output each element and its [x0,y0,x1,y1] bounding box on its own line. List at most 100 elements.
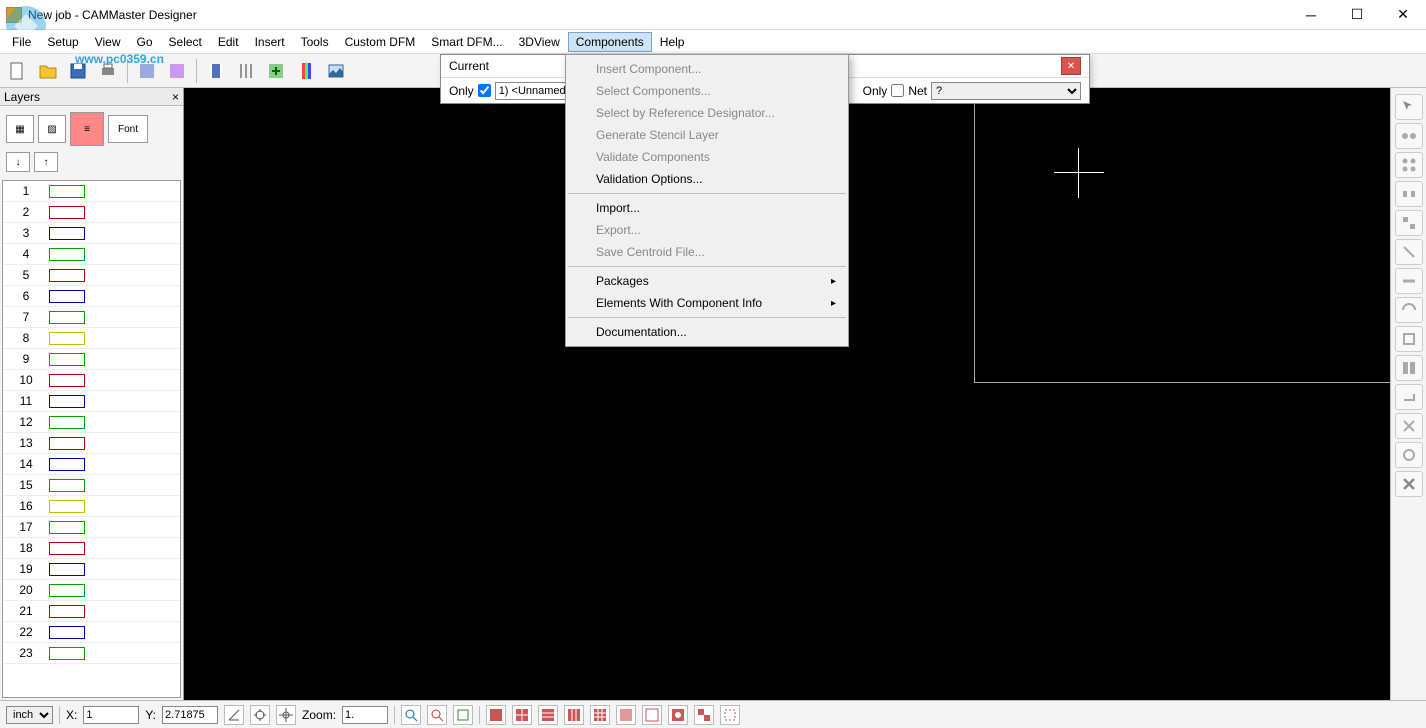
layers-list[interactable]: 1234567891011121314151617181920212223 [2,180,181,698]
rt-tool6-icon[interactable] [1395,239,1423,265]
dd-validation-options-[interactable]: Validation Options... [566,168,848,190]
layer-swatch[interactable] [49,290,85,303]
layer-swatch[interactable] [49,269,85,282]
rt-tool4-icon[interactable] [1395,181,1423,207]
layer-row[interactable]: 22 [3,622,180,643]
layers-close-icon[interactable]: × [172,90,179,104]
layer-swatch[interactable] [49,521,85,534]
layer-swatch[interactable] [49,605,85,618]
layer-swatch[interactable] [49,542,85,555]
sb-zoomout-icon[interactable] [427,705,447,725]
layer-swatch[interactable] [49,185,85,198]
rt-tool7-icon[interactable] [1395,268,1423,294]
layer-row[interactable]: 5 [3,265,180,286]
layer-row[interactable]: 16 [3,496,180,517]
layer-row[interactable]: 1 [3,181,180,202]
dd-import-[interactable]: Import... [566,197,848,219]
add-icon[interactable] [262,57,290,85]
menu--dview[interactable]: 3DView [511,32,568,52]
menu-setup[interactable]: Setup [39,32,86,52]
net-select[interactable]: ? [931,82,1081,100]
open-icon[interactable] [34,57,62,85]
layer-down-icon[interactable]: ↓ [6,152,30,172]
rt-tool11-icon[interactable] [1395,384,1423,410]
layer-row[interactable]: 7 [3,307,180,328]
menu-help[interactable]: Help [652,32,693,52]
rt-tool12-icon[interactable] [1395,413,1423,439]
new-icon[interactable] [4,57,32,85]
layer-row[interactable]: 11 [3,391,180,412]
layer-row[interactable]: 6 [3,286,180,307]
layer-tool1-icon[interactable]: ▦ [6,115,34,143]
menu-select[interactable]: Select [161,32,210,52]
maximize-button[interactable]: ☐ [1334,1,1380,29]
layer-swatch[interactable] [49,374,85,387]
only2-checkbox[interactable] [891,84,904,97]
sb-grid9-icon[interactable] [694,705,714,725]
sb-grid5-icon[interactable] [590,705,610,725]
layer-row[interactable]: 21 [3,601,180,622]
dd-documentation-[interactable]: Documentation... [566,321,848,343]
menu-smart-dfm-[interactable]: Smart DFM... [423,32,510,52]
colorbar-icon[interactable] [292,57,320,85]
layer-row[interactable]: 12 [3,412,180,433]
rt-tool13-icon[interactable] [1395,442,1423,468]
layer-row[interactable]: 9 [3,349,180,370]
rt-tool8-icon[interactable] [1395,297,1423,323]
layer-tool3-icon[interactable]: ≡ [70,112,104,146]
layer-swatch[interactable] [49,647,85,660]
layer-row[interactable]: 14 [3,454,180,475]
font-button[interactable]: Font [108,115,148,143]
layer-swatch[interactable] [49,353,85,366]
layer-swatch[interactable] [49,248,85,261]
measure-icon[interactable] [232,57,260,85]
menu-insert[interactable]: Insert [247,32,293,52]
sb-target-icon[interactable] [250,705,270,725]
menu-components[interactable]: Components [568,32,652,52]
y-input[interactable] [162,706,218,724]
layer-swatch[interactable] [49,563,85,576]
sb-grid2-icon[interactable] [512,705,532,725]
layer-swatch[interactable] [49,206,85,219]
layer-row[interactable]: 3 [3,223,180,244]
sb-grid1-icon[interactable] [486,705,506,725]
menu-go[interactable]: Go [129,32,161,52]
layer-swatch[interactable] [49,437,85,450]
layer-up-icon[interactable]: ↑ [34,152,58,172]
layer-swatch[interactable] [49,479,85,492]
rt-tool2-icon[interactable] [1395,123,1423,149]
rt-select-icon[interactable] [1395,94,1423,120]
rt-tool9-icon[interactable] [1395,326,1423,352]
layer-row[interactable]: 19 [3,559,180,580]
print-icon[interactable] [94,57,122,85]
menu-custom-dfm[interactable]: Custom DFM [337,32,424,52]
dd-elements-with-component-info[interactable]: Elements With Component Info▸ [566,292,848,314]
layer-swatch[interactable] [49,227,85,240]
sb-grid10-icon[interactable] [720,705,740,725]
only-checkbox[interactable] [478,84,491,97]
layer-swatch[interactable] [49,416,85,429]
layer-row[interactable]: 4 [3,244,180,265]
layer-swatch[interactable] [49,332,85,345]
sb-grid8-icon[interactable] [668,705,688,725]
layer-row[interactable]: 13 [3,433,180,454]
menu-tools[interactable]: Tools [293,32,337,52]
save-icon[interactable] [64,57,92,85]
layer-row[interactable]: 17 [3,517,180,538]
sb-grid7-icon[interactable] [642,705,662,725]
layer-swatch[interactable] [49,626,85,639]
film-icon[interactable] [202,57,230,85]
zoom-input[interactable] [342,706,388,724]
sb-grid3-icon[interactable] [538,705,558,725]
rt-tool5-icon[interactable] [1395,210,1423,236]
layer-row[interactable]: 23 [3,643,180,664]
sb-grid4-icon[interactable] [564,705,584,725]
sb-origin-icon[interactable] [276,705,296,725]
layer-row[interactable]: 8 [3,328,180,349]
unit-select[interactable]: inch [6,706,53,724]
layer-row[interactable]: 10 [3,370,180,391]
close-button[interactable]: ✕ [1380,1,1426,29]
sb-grid6-icon[interactable] [616,705,636,725]
tool-a-icon[interactable] [133,57,161,85]
layer-swatch[interactable] [49,584,85,597]
